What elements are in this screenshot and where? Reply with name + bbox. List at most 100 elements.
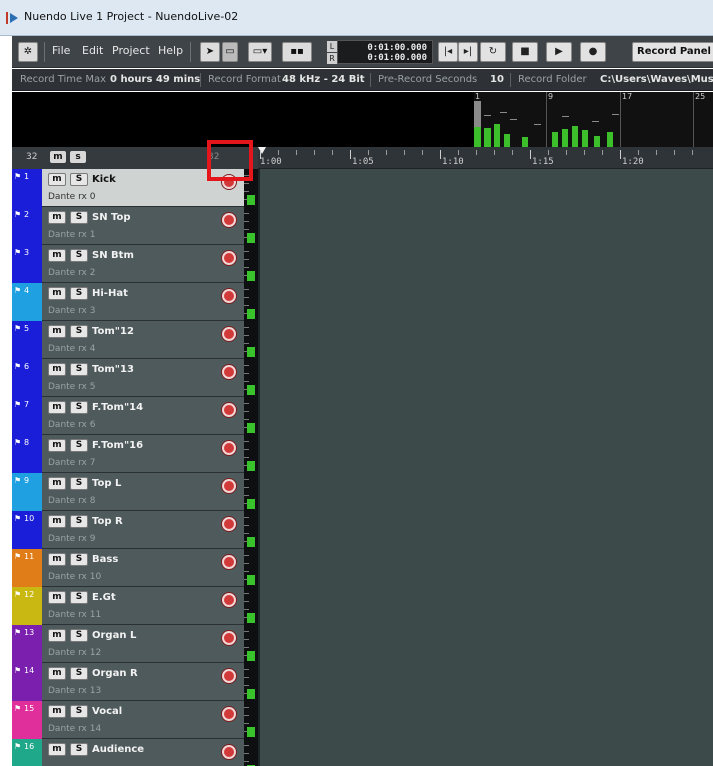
record-enable-button[interactable] — [222, 441, 236, 455]
track-row[interactable]: ⚑ 16 m S Audience — [12, 739, 258, 766]
record-enable-button[interactable] — [222, 403, 236, 417]
solo-button[interactable]: S — [70, 591, 88, 604]
solo-button[interactable]: S — [70, 249, 88, 262]
solo-button[interactable]: S — [70, 325, 88, 338]
record-enable-button[interactable] — [222, 289, 236, 303]
track-name[interactable]: Vocal — [92, 706, 122, 717]
track-row[interactable]: ⚑ 9 m S Top L Dante rx 8 — [12, 473, 258, 511]
track-name[interactable]: Tom"13 — [92, 364, 134, 375]
mute-button[interactable]: m — [48, 325, 66, 338]
track-name[interactable]: F.Tom"14 — [92, 402, 143, 413]
play-button[interactable]: ▶ — [546, 42, 572, 62]
track-input-routing[interactable]: Dante rx 8 — [48, 496, 95, 506]
mute-button[interactable]: m — [48, 401, 66, 414]
mute-button[interactable]: m — [48, 477, 66, 490]
mute-button[interactable]: m — [48, 705, 66, 718]
track-name[interactable]: Hi-Hat — [92, 288, 128, 299]
go-to-end-button[interactable]: ▸| — [458, 42, 478, 62]
menu-edit[interactable]: Edit — [82, 44, 103, 57]
mute-button[interactable]: m — [48, 629, 66, 642]
track-name[interactable]: Tom"12 — [92, 326, 134, 337]
record-button[interactable]: ● — [580, 42, 606, 62]
track-name[interactable]: Top L — [92, 478, 121, 489]
track-input-routing[interactable]: Dante rx 2 — [48, 268, 95, 278]
settings-gear-button[interactable]: ✲ — [18, 42, 38, 62]
solo-button[interactable]: S — [70, 515, 88, 528]
stop-button[interactable]: ■ — [512, 42, 538, 62]
mute-button[interactable]: m — [48, 667, 66, 680]
mute-button[interactable]: m — [48, 287, 66, 300]
track-input-routing[interactable]: Dante rx 4 — [48, 344, 95, 354]
track-row[interactable]: ⚑ 6 m S Tom"13 Dante rx 5 — [12, 359, 258, 397]
track-row[interactable]: ⚑ 8 m S F.Tom"16 Dante rx 7 — [12, 435, 258, 473]
track-input-routing[interactable]: Dante rx 1 — [48, 230, 95, 240]
solo-button[interactable]: S — [70, 667, 88, 680]
mute-button[interactable]: m — [48, 173, 66, 186]
track-input-routing[interactable]: Dante rx 12 — [48, 648, 101, 658]
track-input-routing[interactable]: Dante rx 7 — [48, 458, 95, 468]
track-name[interactable]: Organ L — [92, 630, 136, 641]
track-row[interactable]: ⚑ 7 m S F.Tom"14 Dante rx 6 — [12, 397, 258, 435]
track-row[interactable]: ⚑ 10 m S Top R Dante rx 9 — [12, 511, 258, 549]
track-input-routing[interactable]: Dante rx 0 — [48, 192, 95, 202]
menu-file[interactable]: File — [52, 44, 70, 57]
record-enable-button[interactable] — [222, 707, 236, 721]
track-row[interactable]: ⚑ 2 m S SN Top Dante rx 1 — [12, 207, 258, 245]
pointer-tool-button[interactable]: ➤ — [200, 42, 220, 62]
mute-button[interactable]: m — [48, 743, 66, 756]
timeline-ruler[interactable]: 1:00 1:05 1:10 1:15 1:20 — [258, 147, 713, 169]
track-name[interactable]: SN Btm — [92, 250, 134, 261]
menu-help[interactable]: Help — [158, 44, 183, 57]
record-enable-button[interactable] — [222, 631, 236, 645]
record-format-value[interactable]: 48 kHz - 24 Bit — [282, 74, 365, 85]
global-solo-button[interactable]: s — [70, 151, 86, 163]
go-to-start-button[interactable]: |◂ — [438, 42, 458, 62]
mute-button[interactable]: m — [48, 515, 66, 528]
track-input-routing[interactable]: Dante rx 6 — [48, 420, 95, 430]
mute-button[interactable]: m — [48, 553, 66, 566]
track-input-routing[interactable]: Dante rx 3 — [48, 306, 95, 316]
record-enable-button[interactable] — [222, 669, 236, 683]
solo-button[interactable]: S — [70, 477, 88, 490]
solo-button[interactable]: S — [70, 705, 88, 718]
mute-button[interactable]: m — [48, 591, 66, 604]
record-enable-button[interactable] — [222, 593, 236, 607]
track-input-routing[interactable]: Dante rx 11 — [48, 610, 101, 620]
mute-button[interactable]: m — [48, 439, 66, 452]
record-enable-button[interactable] — [222, 251, 236, 265]
arrange-area[interactable] — [258, 169, 713, 766]
view-mode-button[interactable]: ▭▾ — [248, 42, 272, 62]
track-input-routing[interactable]: Dante rx 9 — [48, 534, 95, 544]
record-enable-button[interactable] — [222, 327, 236, 341]
solo-button[interactable]: S — [70, 629, 88, 642]
track-name[interactable]: Audience — [92, 744, 144, 755]
record-enable-button[interactable] — [222, 213, 236, 227]
record-panel-button[interactable]: Record Panel — [632, 42, 713, 62]
track-input-routing[interactable]: Dante rx 10 — [48, 572, 101, 582]
track-row[interactable]: ⚑ 13 m S Organ L Dante rx 12 — [12, 625, 258, 663]
track-name[interactable]: Kick — [92, 174, 116, 185]
track-name[interactable]: Top R — [92, 516, 123, 527]
track-name[interactable]: Organ R — [92, 668, 138, 679]
track-row[interactable]: ⚑ 3 m S SN Btm Dante rx 2 — [12, 245, 258, 283]
pre-record-seconds-value[interactable]: 10 — [490, 74, 504, 85]
solo-button[interactable]: S — [70, 287, 88, 300]
record-folder-value[interactable]: C:\Users\Waves\Music\ — [600, 74, 713, 85]
solo-button[interactable]: S — [70, 401, 88, 414]
track-row[interactable]: ⚑ 4 m S Hi-Hat Dante rx 3 — [12, 283, 258, 321]
solo-button[interactable]: S — [70, 553, 88, 566]
solo-button[interactable]: S — [70, 439, 88, 452]
record-enable-button[interactable] — [222, 745, 236, 759]
record-enable-button[interactable] — [222, 365, 236, 379]
snap-button[interactable]: ▪▪ — [282, 42, 312, 62]
locator-timecode-display[interactable]: 0:01:00.000 0:01:00.000 — [337, 40, 433, 64]
cycle-button[interactable]: ↻ — [480, 42, 506, 62]
mute-button[interactable]: m — [48, 249, 66, 262]
mute-button[interactable]: m — [48, 363, 66, 376]
track-row[interactable]: ⚑ 14 m S Organ R Dante rx 13 — [12, 663, 258, 701]
track-row[interactable]: ⚑ 12 m S E.Gt Dante rx 11 — [12, 587, 258, 625]
track-input-routing[interactable]: Dante rx 14 — [48, 724, 101, 734]
solo-button[interactable]: S — [70, 211, 88, 224]
track-row[interactable]: ⚑ 5 m S Tom"12 Dante rx 4 — [12, 321, 258, 359]
track-name[interactable]: Bass — [92, 554, 118, 565]
